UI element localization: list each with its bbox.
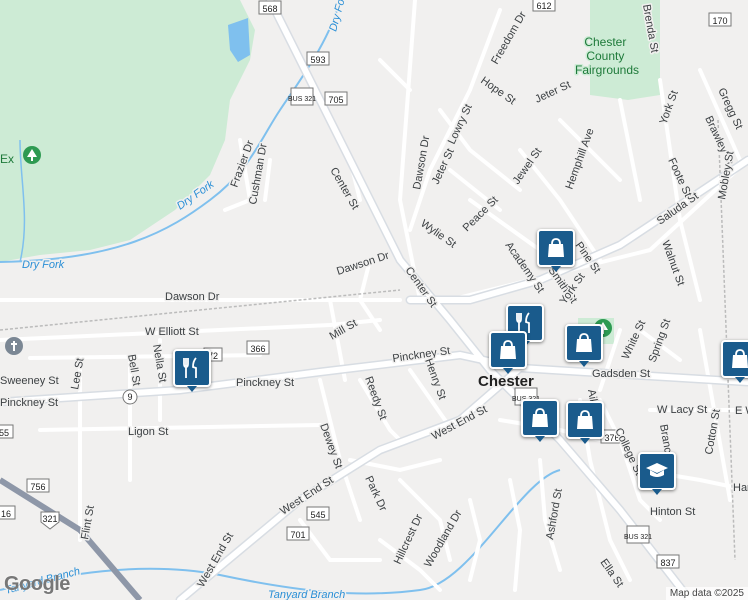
street-label: White St — [620, 319, 648, 362]
google-logo: Google — [4, 573, 70, 595]
partial-label: Har — [733, 482, 748, 494]
shopping-bag-icon — [576, 333, 592, 352]
street-label: Reedy St — [362, 375, 389, 422]
street-label: Hemphill Ave — [564, 127, 597, 191]
shopping-bag-icon — [532, 408, 548, 427]
shield-label: 705 — [328, 95, 343, 105]
street-label: Woodland Dr — [422, 508, 465, 570]
park-tree-icon — [23, 146, 41, 164]
street-label: Nella St — [150, 343, 169, 383]
street-label: W Elliott St — [145, 326, 199, 338]
street-label: Ligon St — [128, 426, 168, 438]
map-base: 568 612 170 593 BUS 321 705 72 366 9 BUS… — [0, 0, 748, 600]
shield-label: BUS 321 — [624, 534, 652, 541]
street-label: Dawson Dr — [411, 135, 432, 191]
shield-label: 321 — [42, 514, 57, 524]
street-label: Peace St — [461, 194, 501, 234]
shopping-pin[interactable] — [721, 340, 748, 383]
shopping-pin[interactable] — [566, 401, 604, 444]
partial-label: Ex — [0, 152, 14, 166]
shield-label: 16 — [1, 509, 11, 519]
fork-knife-icon — [183, 357, 197, 378]
water-label: Dry Fork — [327, 0, 350, 33]
forest-area — [0, 0, 255, 262]
shield-label: 55 — [0, 428, 9, 438]
shield-label: 568 — [262, 4, 277, 14]
street-label: Hope St — [478, 75, 517, 108]
street-label: Hillcrest Dr — [392, 512, 426, 566]
street-label: Sweeney St — [0, 375, 59, 387]
street-label: Foote St — [665, 156, 693, 199]
church-icon — [5, 337, 23, 355]
street-label: Dawson Dr — [335, 250, 391, 278]
street-label: Hinton St — [650, 506, 695, 518]
street-label: Dewey St — [317, 422, 344, 470]
shield-label: 756 — [30, 482, 45, 492]
map-attribution[interactable]: Map data ©2025 — [665, 587, 748, 600]
shopping-pin[interactable] — [521, 399, 559, 442]
park-label-line1: Chester — [584, 35, 626, 49]
restaurant-pin[interactable] — [173, 349, 211, 392]
shield-label: 612 — [536, 1, 551, 11]
street-label: Walnut St — [659, 239, 686, 288]
street-label: Gregg St — [715, 86, 744, 131]
shopping-bag-icon — [500, 340, 516, 359]
shopping-bag-icon — [732, 349, 748, 368]
map-canvas[interactable]: 568 612 170 593 BUS 321 705 72 366 9 BUS… — [0, 0, 748, 600]
city-label: Chester — [478, 373, 534, 390]
shield-label: 366 — [250, 344, 265, 354]
school-pin[interactable] — [638, 452, 676, 495]
shield-label: 545 — [310, 510, 325, 520]
street-label: Spring St — [647, 317, 674, 364]
street-label: Gadsden St — [592, 368, 650, 380]
partial-label: E W — [735, 405, 748, 417]
shopping-pin[interactable] — [537, 229, 575, 272]
shopping-bag-icon — [577, 410, 593, 429]
street-label: Ashford St — [544, 488, 565, 541]
graduation-cap-icon — [646, 463, 668, 477]
street-label: Park Dr — [362, 474, 389, 513]
water-label: Tanyard Branch — [268, 589, 345, 600]
street-label: Jeter St — [533, 79, 572, 106]
shield-label: 9 — [127, 392, 132, 402]
shield-label: 593 — [310, 55, 325, 65]
shopping-pin[interactable] — [565, 324, 603, 367]
street-label: W Lacy St — [657, 404, 707, 416]
street-label: Pinckney St — [236, 377, 294, 389]
shield-label: BUS 321 — [288, 96, 316, 103]
street-label: Dawson Dr — [165, 291, 220, 303]
street-label: Lee St — [69, 357, 86, 390]
park-label-line3: Fairgrounds — [575, 63, 639, 77]
park-label-line2: County — [586, 49, 624, 63]
shield-label: 170 — [712, 16, 727, 26]
street-label: Pinckney St — [0, 397, 58, 409]
street-label: Jewel St — [511, 146, 545, 187]
street-label: Wylie St — [418, 218, 458, 251]
shopping-pin[interactable] — [489, 331, 527, 374]
shield-label: 701 — [290, 530, 305, 540]
shopping-bag-icon — [548, 238, 564, 257]
shield-label: 837 — [660, 558, 675, 568]
water-label: Dry Fork — [22, 259, 65, 271]
